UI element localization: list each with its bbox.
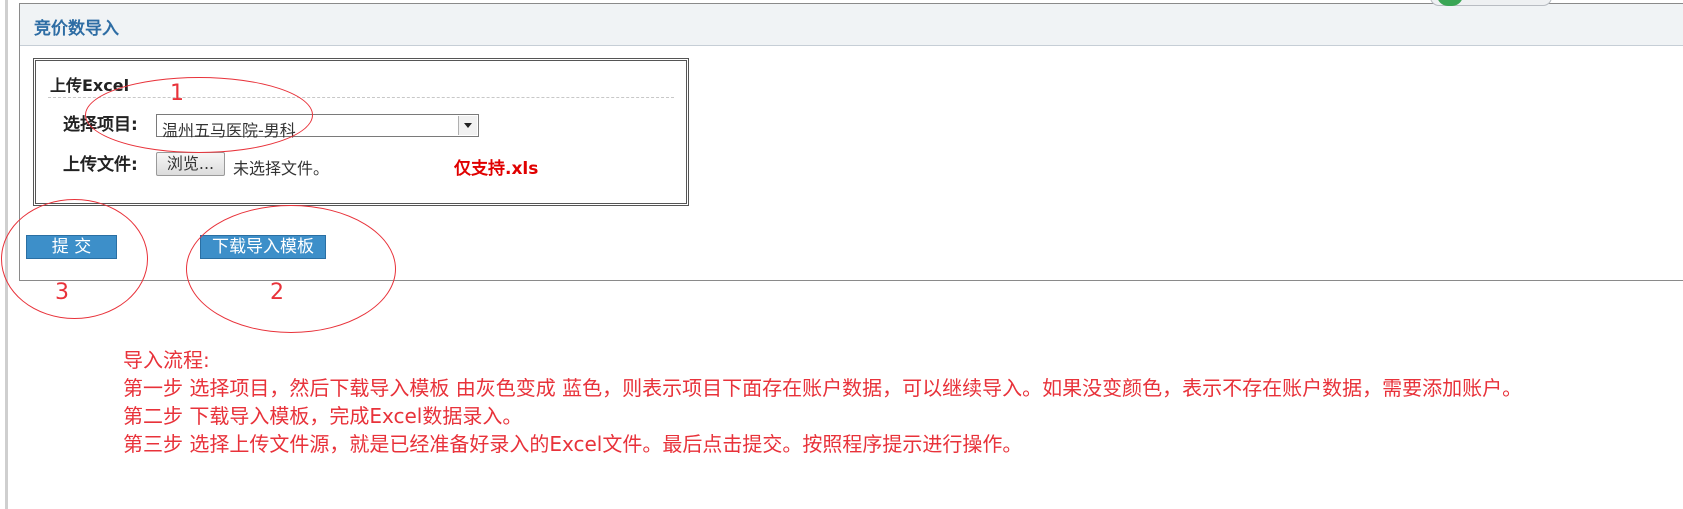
browse-button[interactable]: 浏览... (156, 152, 225, 176)
instructions-heading: 导入流程: (123, 348, 210, 372)
annotation-ellipse-1 (85, 77, 313, 153)
annotation-ellipse-3 (1, 199, 148, 319)
file-label: 上传文件: (63, 155, 138, 175)
instructions-step-2: 第二步 下载导入模板，完成Excel数据录入。 (123, 404, 523, 428)
annotation-number-1: 1 (170, 81, 184, 106)
annotation-ellipse-2 (186, 205, 396, 333)
annotation-number-2: 2 (270, 280, 284, 305)
instructions-step-1: 第一步 选择项目，然后下载导入模板 由灰色变成 蓝色，则表示项目下面存在账户数据… (123, 376, 1523, 400)
format-note: 仅支持.xls (454, 159, 539, 179)
page-title: 竞价数导入 (34, 19, 119, 39)
annotation-number-3: 3 (55, 280, 69, 305)
instructions-step-3: 第三步 选择上传文件源，就是已经准备好录入的Excel文件。最后点击提交。按照程… (123, 432, 1023, 456)
import-instructions: 导入流程: 第一步 选择项目，然后下载导入模板 由灰色变成 蓝色，则表示项目下面… (123, 346, 1671, 458)
file-status-text: 未选择文件。 (233, 159, 330, 178)
chevron-down-icon[interactable] (458, 116, 477, 135)
panel-header: 竞价数导入 (20, 4, 1683, 46)
